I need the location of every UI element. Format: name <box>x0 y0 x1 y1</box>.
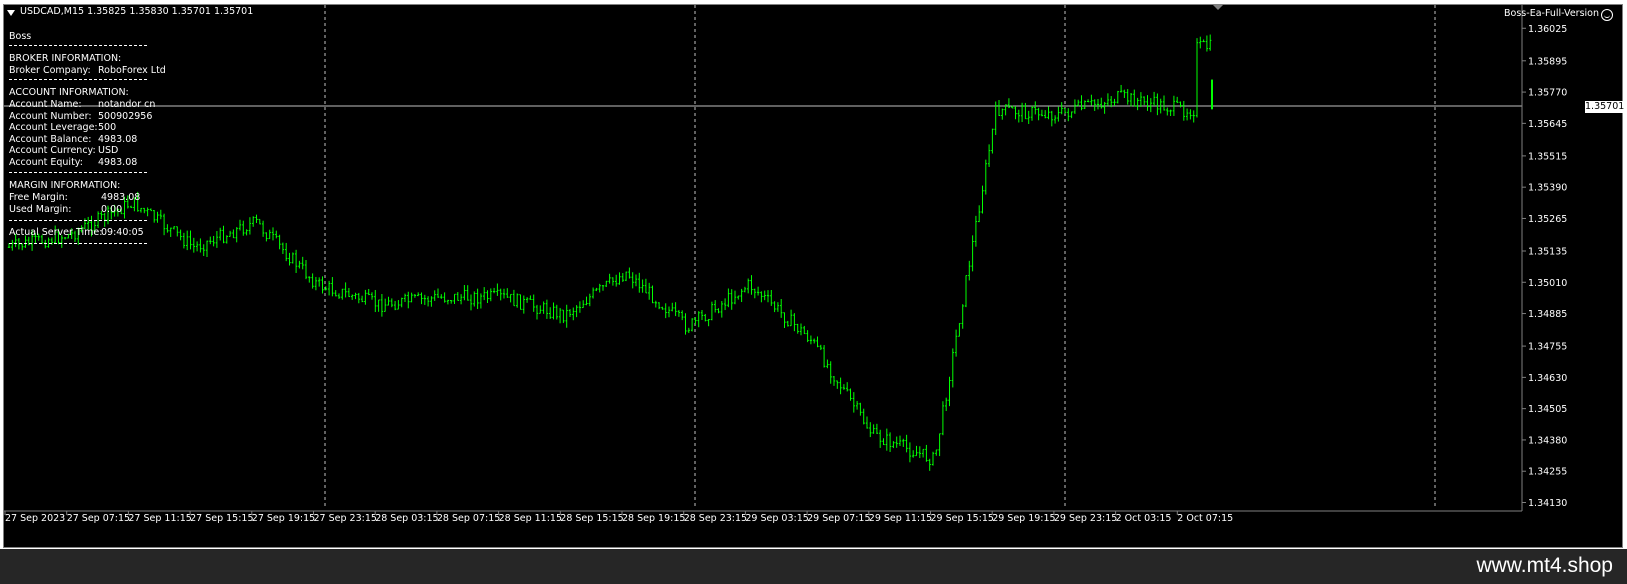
account-row-value: 500902956 <box>98 110 153 122</box>
time-tick-label: 28 Sep 19:15 <box>622 513 685 524</box>
chart-frame: 1.36025 1.35895 1.35770 1.35645 1.35515 1.353… <box>0 0 1627 549</box>
time-tick-label: 29 Sep 23:15 <box>1054 513 1117 524</box>
broker-section-heading: BROKER INFORMATION: <box>9 53 122 64</box>
margin-section-heading: MARGIN INFORMATION: <box>9 180 121 191</box>
price-tick-label: 1.34755 <box>1528 342 1567 353</box>
panel-separator <box>9 172 147 173</box>
time-tick-label: 29 Sep 11:15 <box>869 513 932 524</box>
time-tick-label: 27 Sep 11:15 <box>128 513 191 524</box>
shift-marker-icon <box>1213 5 1223 10</box>
panel-separator <box>9 220 147 221</box>
price-chart[interactable]: 1.36025 1.35895 1.35770 1.35645 1.35515 1.353… <box>0 0 1627 549</box>
time-tick-label: 27 Sep 07:15 <box>67 513 130 524</box>
account-section-heading: ACCOUNT INFORMATION: <box>9 87 129 98</box>
price-tick-label: 1.34380 <box>1528 435 1567 446</box>
time-tick-label: 28 Sep 11:15 <box>499 513 562 524</box>
time-tick-label: 27 Sep 19:15 <box>252 513 315 524</box>
price-axis: 1.36025 1.35895 1.35770 1.35645 1.35515 1.353… <box>1522 24 1567 509</box>
price-tick-label: 1.35390 <box>1528 183 1567 194</box>
price-tick-label: 1.35645 <box>1528 119 1567 130</box>
price-tick-label: 1.34505 <box>1528 404 1567 415</box>
time-tick-label: 28 Sep 15:15 <box>560 513 623 524</box>
time-tick-label: 27 Sep 15:15 <box>190 513 253 524</box>
account-row-value: 4983.08 <box>98 133 138 145</box>
smile-icon[interactable] <box>1601 9 1613 21</box>
account-row-value: 4983.08 <box>98 156 138 168</box>
account-row-value: USD <box>98 145 119 156</box>
price-tick-label: 1.35770 <box>1528 88 1567 99</box>
price-tick-label: 1.35265 <box>1528 214 1567 225</box>
server-time-label: Actual Server Time: <box>9 227 103 238</box>
price-tick-label: 1.34130 <box>1528 498 1567 509</box>
account-row-value: 500 <box>98 122 117 133</box>
time-tick-label: 2 Oct 03:15 <box>1116 513 1172 524</box>
price-tick-label: 1.35010 <box>1528 278 1567 289</box>
price-tick-label: 1.36025 <box>1528 24 1567 35</box>
current-price-tag: 1.35701 <box>1585 101 1625 113</box>
time-tick-label: 2 Oct 07:15 <box>1177 513 1233 524</box>
broker-company-label: Broker Company: <box>9 65 91 76</box>
broker-company-value: RoboForex Ltd <box>98 65 166 76</box>
time-tick-label: 28 Sep 07:15 <box>437 513 500 524</box>
account-row-label: Account Currency: <box>9 145 96 156</box>
price-tick-label: 1.34255 <box>1528 467 1567 478</box>
panel-separator <box>9 45 147 46</box>
candles <box>7 34 1213 471</box>
price-tick-label: 1.34885 <box>1528 309 1567 320</box>
watermark-text: www.mt4.shop <box>1476 554 1613 577</box>
account-row-value: notandor cn <box>98 99 156 110</box>
chart-menu-arrow-icon[interactable] <box>7 10 15 16</box>
panel-separator <box>9 79 147 80</box>
server-time-value: 09:40:05 <box>101 227 144 238</box>
time-tick-label: 29 Sep 07:15 <box>807 513 870 524</box>
price-tick-label: 1.35515 <box>1528 151 1567 162</box>
time-tick-label: 27 Sep 23:15 <box>314 513 377 524</box>
margin-row-label: Free Margin: <box>9 192 68 203</box>
panel-separator <box>9 243 147 244</box>
account-row-label: Account Name: <box>9 99 82 110</box>
price-tick-label: 1.35135 <box>1528 246 1567 257</box>
time-tick-label: 29 Sep 03:15 <box>745 513 808 524</box>
symbol-header: USDCAD,M15 1.35825 1.35830 1.35701 1.357… <box>20 6 254 17</box>
account-row-label: Account Number: <box>9 110 92 122</box>
margin-row-label: Used Margin: <box>9 203 72 215</box>
account-row-label: Account Balance: <box>9 133 92 145</box>
time-tick-label: 29 Sep 15:15 <box>931 513 994 524</box>
margin-row-value: 4983.08 <box>101 192 141 203</box>
account-row-label: Account Equity: <box>9 156 83 168</box>
panel-title: Boss <box>9 31 32 42</box>
time-tick-label: 28 Sep 03:15 <box>375 513 438 524</box>
expert-advisor-label[interactable]: Boss-Ea-Full-Version <box>1504 8 1599 20</box>
time-tick-label: 29 Sep 19:15 <box>992 513 1055 524</box>
price-tick-label: 1.34630 <box>1528 373 1567 384</box>
margin-row-value: 0.00 <box>101 203 123 215</box>
price-tick-label: 1.35895 <box>1528 56 1567 67</box>
time-tick-label: 28 Sep 23:15 <box>684 513 747 524</box>
time-axis: 27 Sep 2023 27 Sep 07:1527 Sep 11:1527 Se… <box>4 511 1233 524</box>
account-row-label: Account Leverage: <box>9 122 98 133</box>
time-tick-label: 27 Sep 2023 <box>5 513 65 524</box>
